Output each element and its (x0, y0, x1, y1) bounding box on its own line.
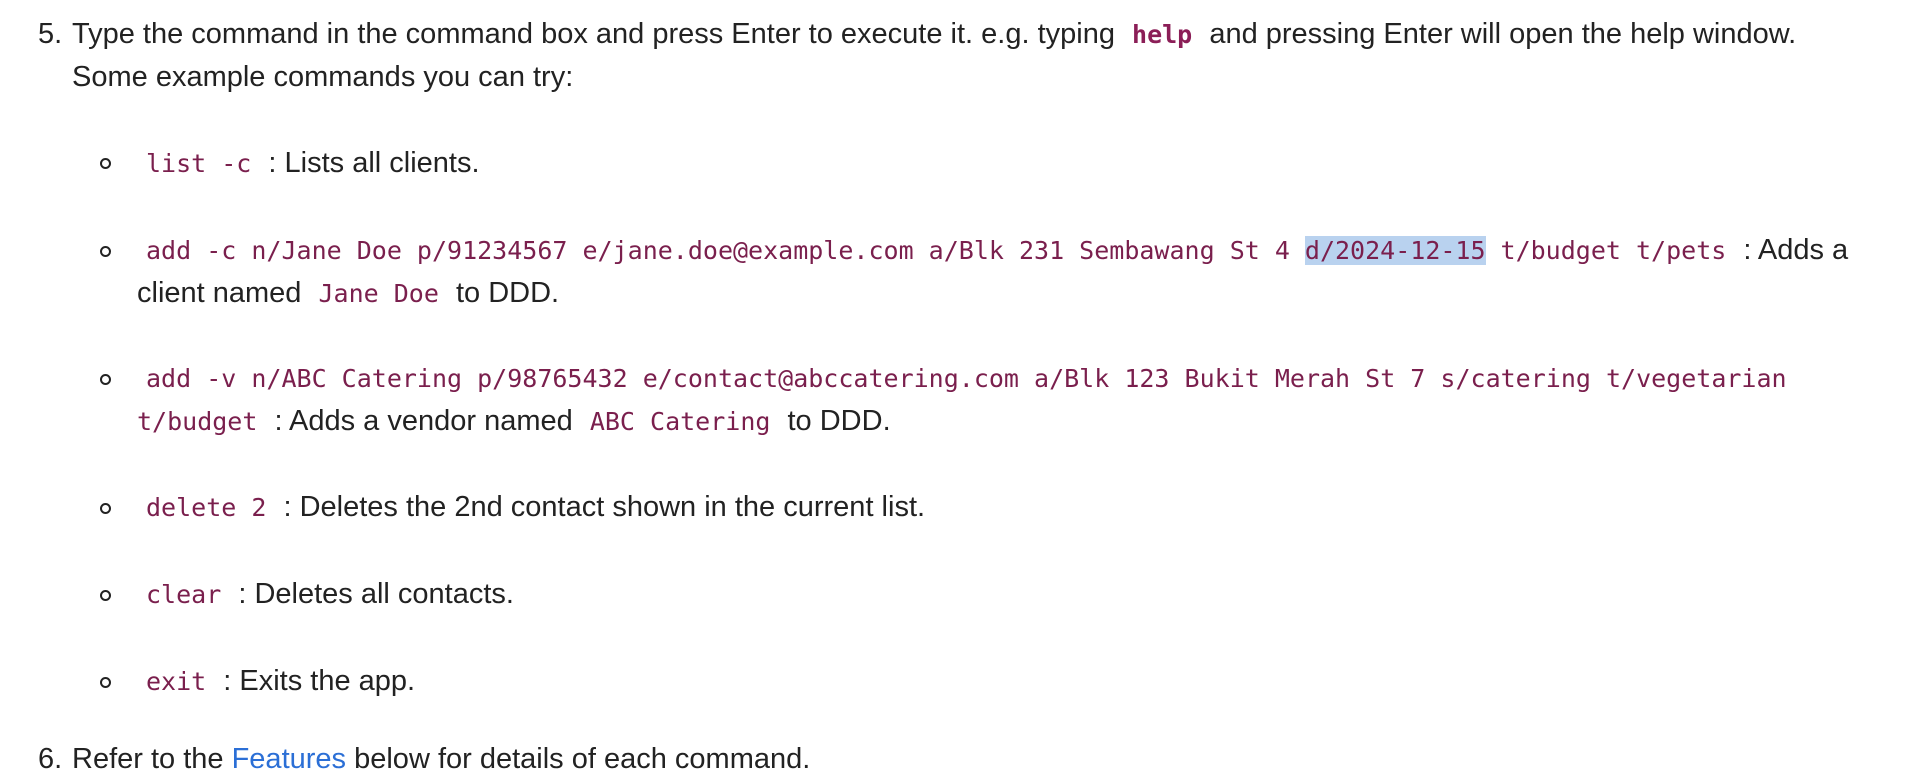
list-item: exit : Exits the app. (137, 660, 1860, 703)
bullet-icon (100, 374, 111, 385)
list-item: add -c n/Jane Doe p/91234567 e/jane.doe@… (137, 229, 1860, 315)
command-description-cont: client named (137, 277, 302, 309)
selected-text: d/2024-12-15 (1304, 236, 1486, 265)
step-6-text: Refer to the (72, 743, 224, 775)
list-item-line-2: t/budget : Adds a vendor named ABC Cater… (137, 400, 1860, 443)
step-6-body: Refer to the Features below for details … (72, 738, 1900, 781)
name-code: ABC Catering (589, 407, 771, 436)
command-description: : Deletes the 2nd contact shown in the c… (283, 491, 926, 523)
command-code: add -c n/Jane Doe p/91234567 e/jane.doe@… (146, 236, 1290, 265)
step-6-text-after: below for details of each command. (354, 743, 811, 775)
command-description-end: to DDD. (455, 277, 560, 309)
document-page: 5. Type the command in the command box a… (0, 0, 1920, 784)
command-description: : Adds a vendor named (274, 405, 573, 437)
name-code: Jane Doe (318, 279, 439, 308)
step-6: 6. Refer to the Features below for detai… (38, 738, 1900, 781)
bullet-icon (100, 246, 111, 257)
command-code: clear (146, 580, 222, 609)
list-item: list -c : Lists all clients. (137, 142, 1860, 185)
command-description: : Adds a (1743, 234, 1849, 266)
step-5-line-2: Some example commands you can try: (72, 61, 574, 93)
list-item-line-1: add -c n/Jane Doe p/91234567 e/jane.doe@… (137, 229, 1860, 272)
command-code: exit (146, 667, 207, 696)
step-5-text: Type the command in the command box and … (72, 18, 1115, 50)
command-code-end: t/budget t/pets (1500, 236, 1727, 265)
command-description: : Deletes all contacts. (238, 578, 514, 610)
command-code: list -c (146, 149, 252, 178)
command-description: : Lists all clients. (268, 147, 480, 179)
step-5: 5. Type the command in the command box a… (38, 13, 1900, 93)
bullet-icon (100, 590, 111, 601)
command-description: : Exits the app. (223, 665, 416, 697)
list-item: delete 2 : Deletes the 2nd contact shown… (137, 486, 1860, 529)
list-item: clear : Deletes all contacts. (137, 573, 1860, 616)
step-number: 6. (38, 743, 63, 775)
list-item-line-1: add -v n/ABC Catering p/98765432 e/conta… (137, 357, 1860, 400)
command-code: add -v n/ABC Catering p/98765432 e/conta… (146, 364, 1787, 393)
command-code: delete 2 (146, 493, 267, 522)
step-5-body: Type the command in the command box and … (72, 13, 1900, 99)
step-number: 5. (38, 18, 63, 50)
bullet-icon (100, 677, 111, 688)
command-code-spacer (1290, 236, 1305, 265)
bullet-icon (100, 158, 111, 169)
step-5-line-1: Type the command in the command box and … (72, 13, 1900, 56)
features-link[interactable]: Features (232, 743, 346, 775)
command-description-end: to DDD. (787, 405, 891, 437)
list-item: add -v n/ABC Catering p/98765432 e/conta… (137, 357, 1860, 443)
help-command-code: help (1132, 20, 1193, 49)
step-5-text-after: and pressing Enter will open the help wi… (1209, 18, 1797, 50)
command-code-cont: t/budget (137, 407, 258, 436)
bullet-icon (100, 503, 111, 514)
list-item-line-2: client named Jane Doe to DDD. (137, 272, 1860, 315)
